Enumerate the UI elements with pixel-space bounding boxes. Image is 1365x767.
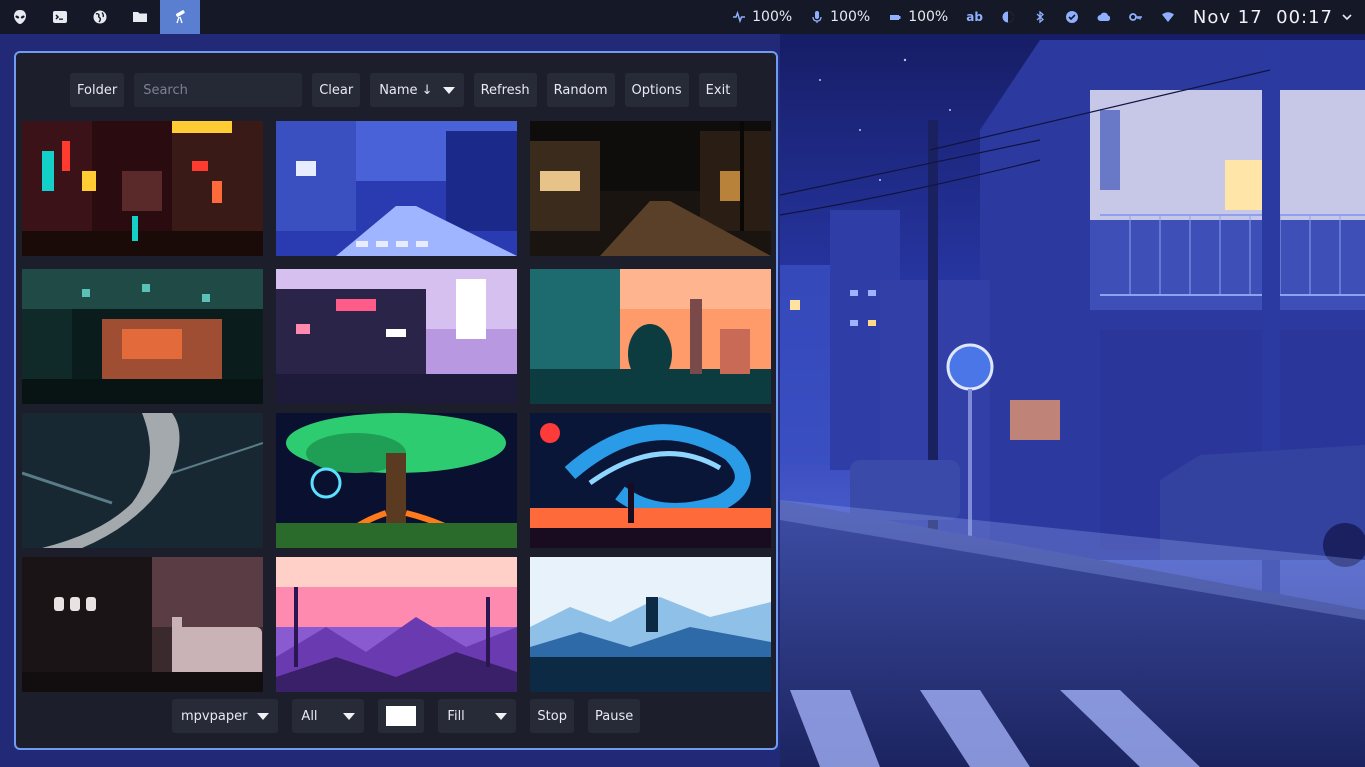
alien-icon [14, 10, 26, 24]
dropdown-arrow-icon [442, 86, 455, 94]
mic-value: 100% [830, 9, 871, 25]
clock[interactable]: Nov 17 00:17 [1193, 7, 1333, 28]
chevron-down-icon[interactable] [1341, 11, 1353, 23]
cpu-indicator[interactable]: 100% [732, 9, 792, 25]
cloud-sync[interactable] [1097, 10, 1111, 24]
folder-button[interactable]: Folder [70, 73, 125, 107]
workspace-1[interactable] [0, 0, 40, 34]
globe-icon [93, 10, 107, 24]
workspace-3[interactable] [80, 0, 120, 34]
dropdown-arrow-icon [257, 712, 270, 720]
filter-label: All [301, 708, 318, 724]
cpu-value: 100% [752, 9, 793, 25]
sort-dropdown[interactable]: Name ↓ [370, 73, 464, 107]
keyboard-layout-value: ab [966, 10, 983, 24]
half-circle-icon [1002, 11, 1014, 23]
thumbnail-image [276, 269, 517, 404]
dropdown-arrow-icon [495, 712, 508, 720]
pause-button[interactable]: Pause [587, 699, 641, 733]
wifi-icon [1161, 12, 1174, 22]
terminal-icon [53, 11, 67, 23]
pulse-icon [733, 10, 746, 24]
refresh-button[interactable]: Refresh [473, 73, 537, 107]
clear-button[interactable]: Clear [312, 73, 361, 107]
check-circle-icon [1065, 11, 1078, 23]
folder-icon [133, 12, 147, 22]
dropdown-arrow-icon [343, 712, 356, 720]
key-icon [1129, 13, 1142, 21]
backend-label: mpvpaper [181, 708, 248, 724]
time-text: 00:17 [1276, 6, 1333, 28]
color-swatch [386, 706, 417, 726]
wallpaper-picker-window: Folder Clear Name ↓ Refresh Random Optio… [14, 51, 778, 750]
microphone-icon [812, 11, 822, 23]
color-picker-button[interactable] [378, 699, 425, 733]
thumbnail-image [276, 557, 517, 692]
wallpaper-thumb-sunset-silhouette[interactable] [530, 269, 771, 404]
bluetooth-icon [1036, 10, 1044, 24]
wallpaper-thumb-branch-closeup[interactable] [22, 413, 263, 548]
workspace-4[interactable] [120, 0, 160, 34]
thumbnail-image [276, 413, 517, 548]
top-toolbar: Folder Clear Name ↓ Refresh Random Optio… [70, 73, 738, 107]
wallpaper-thumb-neon-alley[interactable] [22, 121, 263, 256]
telescope-icon [175, 10, 185, 24]
date-text: Nov 17 [1192, 6, 1263, 28]
battery-indicator[interactable]: 100% [888, 9, 948, 25]
bottom-toolbar: mpvpaper All Fill Stop Pause [172, 699, 641, 733]
thumbnail-image [530, 557, 771, 692]
thumbnail-image [22, 121, 263, 256]
mic-indicator[interactable]: 100% [810, 9, 870, 25]
workspace-2[interactable] [40, 0, 80, 34]
wallpaper-thumb-swirl-sky[interactable] [530, 413, 771, 548]
night-light-toggle[interactable] [1001, 10, 1015, 24]
cloud-icon [1097, 12, 1110, 21]
fill-label: Fill [447, 708, 465, 724]
thumbnail-image [530, 269, 771, 404]
top-panel: 100% 100% 100% ab Nov 17 00:17 [0, 0, 1365, 34]
wallpaper-thumb-pink-mountains[interactable] [276, 557, 517, 692]
keyboard-layout[interactable]: ab [966, 10, 983, 24]
battery-value: 100% [908, 9, 949, 25]
wallpaper-thumb-blue-street[interactable] [276, 121, 517, 256]
thumbnail-image [276, 121, 517, 256]
wallpaper-thumb-blue-forest[interactable] [530, 557, 771, 692]
wifi-indicator[interactable] [1161, 10, 1175, 24]
bluetooth-toggle[interactable] [1033, 10, 1047, 24]
thumbnail-image [530, 121, 771, 256]
search-input[interactable] [134, 73, 303, 107]
thumbnail-image [22, 413, 263, 548]
fill-mode-dropdown[interactable]: Fill [438, 699, 517, 733]
check-status[interactable] [1065, 10, 1079, 24]
system-tray: 100% 100% 100% ab Nov 17 00:17 [732, 0, 1365, 34]
exit-button[interactable]: Exit [698, 73, 738, 107]
wallpaper-thumb-neon-tree[interactable] [276, 413, 517, 548]
sort-label: Name ↓ [379, 82, 433, 98]
thumbnail-image [22, 557, 263, 692]
stop-button[interactable]: Stop [530, 699, 574, 733]
keyring[interactable] [1129, 10, 1143, 24]
backend-dropdown[interactable]: mpvpaper [172, 699, 279, 733]
wallpaper-thumb-night-street[interactable] [530, 121, 771, 256]
random-button[interactable]: Random [546, 73, 615, 107]
options-button[interactable]: Options [624, 73, 689, 107]
thumbnail-image [22, 269, 263, 404]
thumbnail-image [530, 413, 771, 548]
wallpaper-thumb-unic-shop[interactable] [22, 557, 263, 692]
battery-icon [890, 15, 901, 20]
filter-dropdown[interactable]: All [292, 699, 365, 733]
wallpaper-thumb-pink-city[interactable] [276, 269, 517, 404]
workspace-5[interactable] [160, 0, 200, 34]
wallpaper-thumb-teal-interior[interactable] [22, 269, 263, 404]
